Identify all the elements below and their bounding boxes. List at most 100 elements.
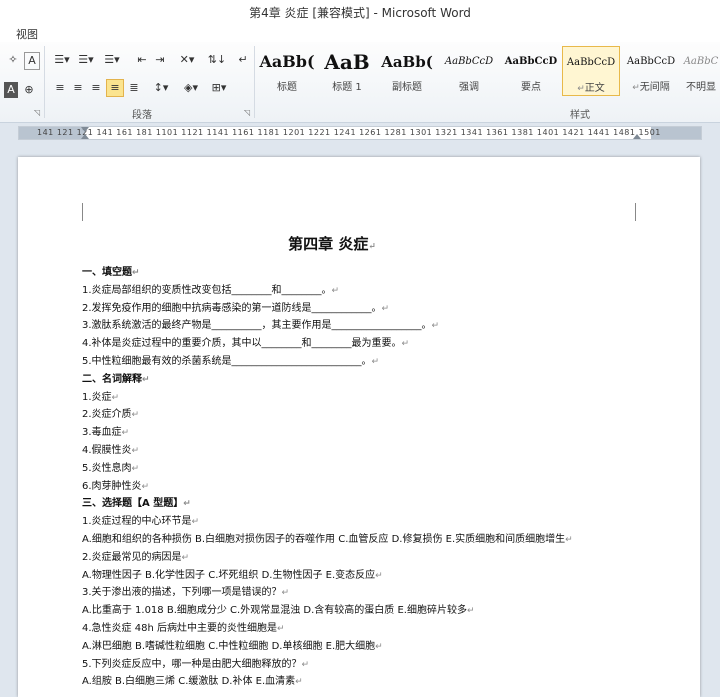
line-text: 5.下列炎症反应中，哪一种是由肥大细胞释放的？ [82, 658, 302, 670]
paragraph-mark-icon: ↵ [141, 481, 150, 492]
paragraph-dialog-launcher-icon[interactable]: ◹ [244, 108, 250, 117]
font-dialog-launcher-icon[interactable]: ◹ [34, 108, 40, 117]
line-text: 5.炎性息肉 [82, 462, 132, 474]
line-text: 3.毒血症 [82, 427, 122, 439]
style-no-spacing[interactable]: AaBbCcD ↵无间隔 [622, 46, 680, 96]
document-line: 三、选择题【A 型题】↵ [82, 494, 191, 509]
group-separator [254, 46, 255, 118]
increase-indent-icon[interactable]: ⇥ [152, 52, 168, 68]
paragraph-mark-icon: ↵ [131, 446, 140, 456]
document-line: A.细胞和组织的各种损伤 B.白细胞对损伤因子的吞噬作用 C.血管反应 D.修复… [82, 530, 573, 545]
document-title: 第四章 炎症↵ [288, 235, 376, 253]
paragraph-mark-icon: ↵ [466, 606, 475, 617]
first-line-indent-marker[interactable] [81, 127, 89, 132]
horizontal-ruler[interactable]: 141 121 121 141 161 181 1101 1121 1141 1… [18, 126, 702, 140]
paragraph-mark-icon: ↵ [368, 242, 376, 252]
numbering-icon[interactable]: ☰▾ [76, 52, 96, 68]
paragraph-mark-icon: ↵ [381, 303, 390, 314]
line-text: 三、选择题【A 型题】 [82, 498, 184, 510]
right-indent-marker[interactable] [633, 134, 641, 139]
paragraph-mark-icon: ↵ [375, 641, 383, 652]
document-line: 5.炎性息肉↵ [82, 459, 139, 474]
char-border-icon[interactable]: A [24, 52, 40, 70]
paragraph-mark-icon: ↵ [132, 268, 140, 278]
paragraph-mark-icon: ↵ [111, 392, 120, 403]
show-marks-icon[interactable]: ↵ [236, 52, 250, 68]
paragraph-mark-icon: ↵ [401, 339, 410, 350]
document-line: 一、填空题↵ [82, 263, 140, 278]
paragraph-mark-icon: ↵ [191, 517, 200, 528]
justify-icon[interactable]: ≡ [106, 79, 124, 97]
style-subtitle[interactable]: AaBb( 副标题 [378, 46, 436, 96]
paragraph-mark-icon: ↵ [371, 357, 380, 367]
decrease-indent-icon[interactable]: ⇤ [134, 52, 150, 68]
sort-icon[interactable]: ⇅↓ [206, 52, 228, 68]
styles-group-label: 样式 [570, 110, 590, 121]
multilevel-list-icon[interactable]: ☰▾ [100, 52, 124, 68]
paragraph-mark-icon: ↵ [281, 588, 290, 599]
chinese-layout-icon[interactable]: ✕▾ [176, 52, 198, 68]
style-normal[interactable]: AaBbCcD ↵正文 [562, 46, 620, 96]
document-line: 3.毒血症↵ [82, 423, 129, 438]
paragraph-mark-icon: ↵ [181, 552, 190, 563]
change-case-icon[interactable]: ✧ [6, 52, 20, 68]
document-line: 6.肉芽肿性炎↵ [82, 477, 149, 492]
char-shading-icon[interactable]: A [4, 82, 18, 98]
document-line: 3.激肽系统激活的最终产物是__________，其主要作用是_________… [82, 316, 439, 331]
document-line: 2.炎症最常见的病因是↵ [82, 548, 189, 563]
document-line: 3.关于渗出液的描述，下列哪一项是错误的？↵ [82, 583, 289, 598]
paragraph-mark-icon: ↵ [301, 659, 310, 670]
paragraph-mark-icon: ↵ [276, 624, 285, 634]
document-line: A.组胺 B.白细胞三烯 C.缓激肽 D.补体 E.血清素↵ [82, 672, 303, 687]
document-line: 5.中性粒细胞最有效的杀菌系统是________________________… [82, 352, 379, 367]
align-center-icon[interactable]: ≡ [70, 80, 86, 96]
align-right-icon[interactable]: ≡ [88, 80, 104, 96]
distributed-icon[interactable]: ≣ [126, 80, 142, 96]
style-heading-1[interactable]: AaB 标题 1 [318, 46, 376, 96]
paragraph-mark-icon: ↵ [632, 83, 640, 93]
tab-view[interactable]: 视图 [16, 26, 38, 42]
borders-icon[interactable]: ⊞▾ [208, 80, 230, 96]
paragraph-mark-icon: ↵ [577, 84, 585, 94]
style-strong[interactable]: AaBbCcD 要点 [502, 46, 560, 96]
document-line: 2.炎症介质↵ [82, 405, 139, 420]
style-title[interactable]: AaBb( 标题 [258, 46, 316, 96]
window-title: 第4章 炎症 [兼容模式] - Microsoft Word [249, 6, 471, 20]
document-line: A.物理性因子 B.化学性因子 C.坏死组织 D.生物性因子 E.变态反应↵ [82, 566, 383, 581]
paragraph-group-label: 段落 [132, 110, 152, 121]
line-text: 4.补体是炎症过程中的重要介质，其中以________和________最为重要… [82, 338, 402, 350]
document-line: 二、名词解释↵ [82, 370, 150, 385]
style-subtle-emphasis[interactable]: AaBbC 不明显 [682, 46, 720, 96]
paragraph-mark-icon: ↵ [431, 321, 440, 332]
styles-gallery: AaBb( 标题 AaB 标题 1 AaBb( 副标题 AaBbCcD 强调 A… [258, 46, 720, 98]
paragraph-mark-icon: ↵ [131, 463, 140, 474]
paragraph-mark-icon: ↵ [295, 677, 303, 688]
line-text: 2.炎症介质 [82, 409, 132, 421]
bullets-icon[interactable]: ☰▾ [52, 52, 72, 68]
title-bar: 第4章 炎症 [兼容模式] - Microsoft Word [0, 0, 720, 24]
line-text: 6.肉芽肿性炎 [82, 480, 142, 492]
paragraph-mark-icon: ↵ [183, 499, 191, 510]
group-separator [44, 46, 45, 118]
document-line: 1.炎症↵ [82, 388, 119, 403]
document-line: 5.下列炎症反应中，哪一种是由肥大细胞释放的？↵ [82, 655, 309, 670]
line-text: 1.炎症局部组织的变质性改变包括________和________。 [82, 284, 332, 296]
line-text: A.细胞和组织的各种损伤 B.白细胞对损伤因子的吞噬作用 C.血管反应 D.修复… [82, 534, 566, 545]
line-text: A.比重高于 1.018 B.细胞成分少 C.外观常显混浊 D.含有较高的蛋白质… [82, 605, 467, 617]
paragraph-mark-icon: ↵ [142, 374, 150, 385]
margin-corner-mark [635, 203, 636, 221]
line-text: 2.发挥免疫作用的细胞中抗病毒感染的第一道防线是____________。 [82, 302, 382, 314]
align-left-icon[interactable]: ≡ [52, 80, 68, 96]
line-text: A.物理性因子 B.化学性因子 C.坏死组织 D.生物性因子 E.变态反应 [82, 569, 376, 581]
shading-icon[interactable]: ◈▾ [180, 80, 202, 96]
hanging-indent-marker[interactable] [81, 134, 89, 139]
enclosed-char-icon[interactable]: ⊕ [22, 82, 36, 98]
style-emphasis[interactable]: AaBbCcD 强调 [440, 46, 498, 96]
document-line: 4.补体是炎症过程中的重要介质，其中以________和________最为重要… [82, 334, 409, 349]
document-page[interactable]: 第四章 炎症↵ 一、填空题↵ 1.炎症局部组织的变质性改变包括________和_… [18, 157, 700, 697]
line-text: 1.炎症 [82, 391, 112, 403]
paragraph-mark-icon: ↵ [121, 428, 130, 439]
line-spacing-icon[interactable]: ↕▾ [150, 80, 172, 96]
line-text: 1.炎症过程的中心环节是 [82, 516, 192, 528]
ruler-numbers: 141 121 121 141 161 181 1101 1121 1141 1… [37, 128, 661, 137]
